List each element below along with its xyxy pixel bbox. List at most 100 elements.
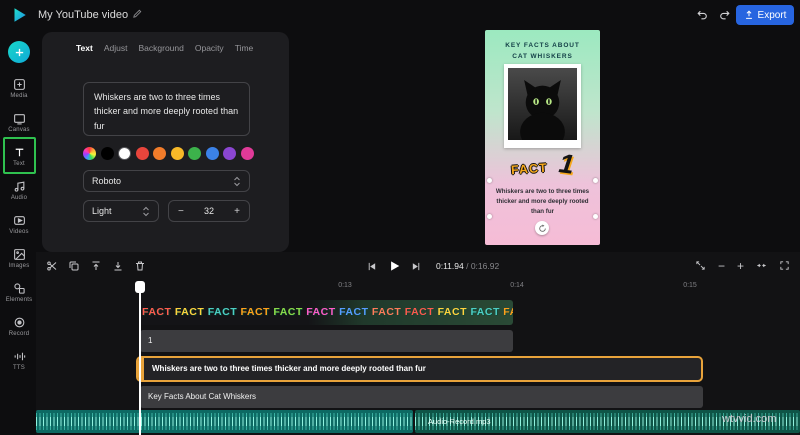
- export-button[interactable]: Export: [736, 5, 794, 25]
- font-weight-value: Light: [92, 206, 112, 216]
- tts-icon: [13, 350, 26, 363]
- decrease-font-size-button[interactable]: −: [178, 206, 184, 217]
- zoom-in-button[interactable]: +: [737, 260, 744, 272]
- time-display: 0:11.94 / 0:16.92: [436, 261, 499, 271]
- color-swatch[interactable]: [153, 147, 166, 160]
- audio-clip-label: Audio-Record.mp3: [428, 417, 491, 426]
- tab-text[interactable]: Text: [76, 43, 93, 53]
- keyfacts-text-clip[interactable]: Key Facts About Cat Whiskers: [140, 386, 703, 408]
- layer-up-icon[interactable]: [90, 260, 102, 272]
- ruler-label: 0:13: [338, 282, 352, 289]
- edit-title-icon[interactable]: [132, 8, 143, 19]
- font-size-value: 32: [203, 206, 214, 216]
- elements-icon: [13, 282, 26, 295]
- split-icon[interactable]: [46, 260, 58, 272]
- color-swatches: [83, 147, 254, 160]
- preview-cat-photo[interactable]: [504, 64, 581, 148]
- font-family-select[interactable]: Roboto: [83, 170, 250, 192]
- text-content-input[interactable]: Whiskers are two to three times thicker …: [83, 82, 250, 136]
- ruler-label: 0:15: [683, 282, 697, 289]
- media-icon: [13, 78, 26, 91]
- fit-timeline-icon[interactable]: [756, 260, 767, 271]
- layer-down-icon[interactable]: [112, 260, 124, 272]
- zoom-out-button[interactable]: −: [718, 260, 725, 272]
- color-swatch[interactable]: [223, 147, 236, 160]
- rotate-handle[interactable]: [535, 221, 549, 235]
- tool-sidebar: Media Canvas Text Audio Videos Images El…: [0, 30, 38, 435]
- project-title[interactable]: My YouTube video: [38, 9, 128, 21]
- app-logo-icon: [10, 6, 28, 24]
- panel-tabs: Text Adjust Background Opacity Time: [76, 43, 253, 53]
- tab-adjust[interactable]: Adjust: [104, 43, 128, 53]
- rotate-icon: [538, 223, 547, 233]
- selection-handle-top-right[interactable]: [593, 178, 598, 183]
- playhead-line[interactable]: [139, 282, 141, 435]
- color-swatch[interactable]: [100, 147, 114, 160]
- waveform: [36, 417, 413, 426]
- sidebar-item-audio[interactable]: Audio: [0, 174, 38, 206]
- chevron-updown-icon: [142, 206, 150, 217]
- audio-icon: [13, 180, 26, 193]
- tab-time[interactable]: Time: [235, 43, 254, 53]
- play-icon[interactable]: [387, 259, 401, 273]
- number-text-clip[interactable]: 1: [140, 330, 513, 352]
- selection-handle-bottom-left[interactable]: [487, 214, 492, 219]
- sidebar-item-canvas[interactable]: Canvas: [0, 106, 38, 138]
- selection-handle-bottom-right[interactable]: [593, 214, 598, 219]
- sidebar-item-videos[interactable]: Videos: [0, 208, 38, 240]
- total-time: 0:16.92: [470, 261, 500, 271]
- sidebar-item-elements[interactable]: Elements: [0, 276, 38, 308]
- sidebar-item-images[interactable]: Images: [0, 242, 38, 274]
- zoom-fit-icon[interactable]: [695, 260, 706, 271]
- record-icon: [13, 316, 26, 329]
- color-swatch[interactable]: [188, 147, 201, 160]
- preview-body-text[interactable]: Whiskers are two to three times thicker …: [495, 187, 590, 218]
- chevron-updown-icon: [233, 176, 241, 187]
- color-swatch[interactable]: [118, 147, 131, 160]
- add-media-button[interactable]: [8, 41, 30, 63]
- skip-start-icon[interactable]: [366, 261, 377, 272]
- color-swatch[interactable]: [135, 147, 149, 160]
- duplicate-icon[interactable]: [68, 260, 80, 272]
- images-icon: [13, 248, 26, 261]
- whiskers-text-clip-selected[interactable]: Whiskers are two to three times thicker …: [136, 356, 703, 382]
- delete-icon[interactable]: [134, 260, 146, 272]
- ruler-label: 0:14: [510, 282, 524, 289]
- font-weight-select[interactable]: Light: [83, 200, 159, 222]
- undo-icon[interactable]: [696, 8, 709, 21]
- plus-icon: [14, 47, 25, 58]
- fact-clip-text: FACT FACT FACT FACT FACT FACT FACT FACT …: [142, 306, 513, 318]
- tab-opacity[interactable]: Opacity: [195, 43, 224, 53]
- skip-end-icon[interactable]: [411, 261, 422, 272]
- sidebar-item-tts[interactable]: TTS: [0, 344, 38, 376]
- sidebar-item-media[interactable]: Media: [0, 72, 38, 104]
- whiskers-clip-label: Whiskers are two to three times thicker …: [152, 364, 426, 373]
- color-swatch[interactable]: [83, 147, 96, 160]
- fullscreen-icon[interactable]: [779, 260, 790, 271]
- time-separator: /: [463, 261, 471, 271]
- audio-clip-segment-1[interactable]: [36, 410, 413, 433]
- export-icon: [744, 10, 754, 20]
- color-swatch[interactable]: [170, 147, 184, 160]
- timeline-ruler[interactable]: 0:13 0:14 0:15: [36, 280, 800, 294]
- sidebar-item-record[interactable]: Record: [0, 310, 38, 342]
- fact-text-clip[interactable]: FACT FACT FACT FACT FACT FACT FACT FACT …: [140, 300, 513, 325]
- text-properties-panel: Text Adjust Background Opacity Time Whis…: [42, 32, 289, 252]
- current-time: 0:11.94: [436, 261, 464, 271]
- timeline-toolbar: 0:11.94 / 0:16.92 − +: [36, 252, 800, 280]
- redo-icon[interactable]: [718, 8, 731, 21]
- transport-controls: 0:11.94 / 0:16.92: [366, 259, 499, 273]
- preview-heading-text[interactable]: KEY FACTS ABOUT CAT WHISKERS: [500, 40, 586, 62]
- selection-handle-top-left[interactable]: [487, 178, 492, 183]
- increase-font-size-button[interactable]: +: [234, 206, 240, 217]
- tab-background[interactable]: Background: [138, 43, 183, 53]
- font-size-stepper: − 32 +: [168, 200, 250, 222]
- color-swatch[interactable]: [240, 147, 254, 160]
- preview-fact-text[interactable]: FACT 1: [485, 148, 600, 180]
- canvas-icon: [13, 112, 26, 125]
- font-family-value: Roboto: [92, 176, 122, 186]
- video-preview[interactable]: KEY FACTS ABOUT CAT WHISKERS FACT 1 Whis…: [485, 30, 600, 245]
- color-swatch[interactable]: [205, 147, 219, 160]
- videos-icon: [13, 214, 26, 227]
- top-bar: My YouTube video Export: [0, 0, 800, 30]
